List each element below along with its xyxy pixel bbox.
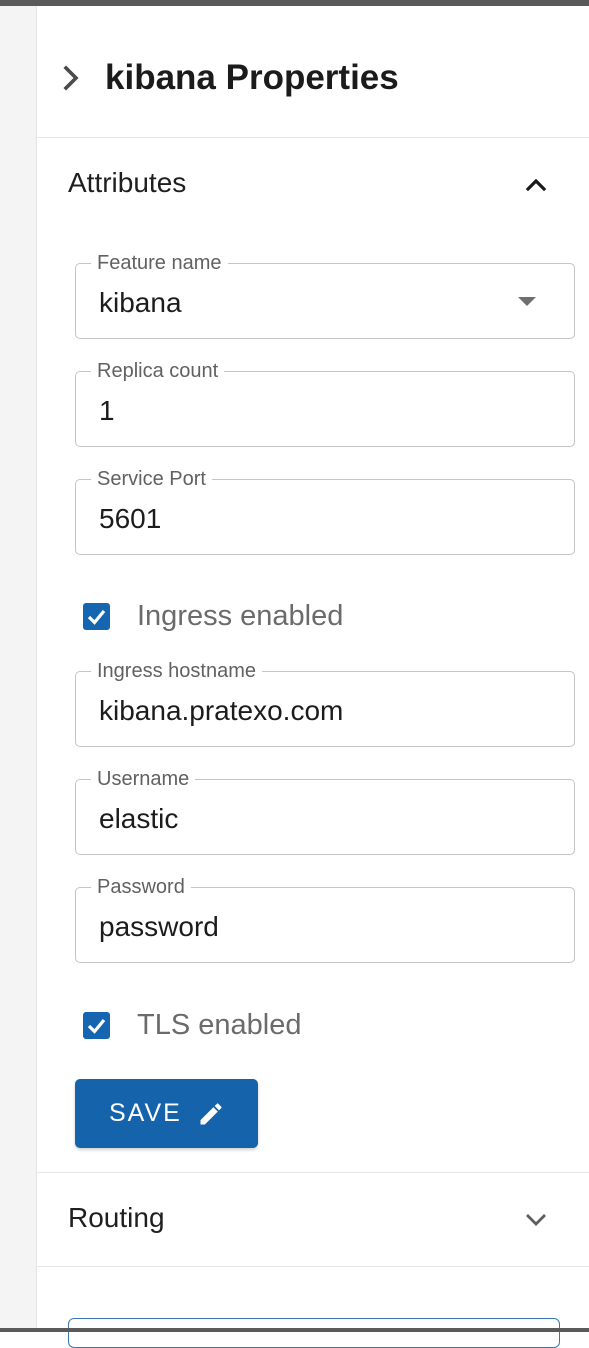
- service-port-value[interactable]: 5601: [99, 502, 161, 536]
- next-section-box[interactable]: [68, 1318, 560, 1348]
- feature-name-select[interactable]: Feature name kibana: [75, 250, 575, 339]
- ingress-enabled-row[interactable]: Ingress enabled: [83, 596, 543, 636]
- section-divider: [37, 1266, 589, 1267]
- service-port-field[interactable]: Service Port 5601: [75, 466, 575, 555]
- routing-title: Routing: [68, 1202, 165, 1233]
- window-bottom-border: [0, 1328, 589, 1332]
- tls-enabled-label: TLS enabled: [137, 1009, 302, 1041]
- replica-count-field[interactable]: Replica count 1: [75, 358, 575, 447]
- feature-name-label: Feature name: [91, 250, 228, 276]
- password-label: Password: [91, 874, 191, 900]
- feature-name-value: kibana: [99, 287, 182, 318]
- chevron-right-icon[interactable]: [57, 64, 85, 92]
- section-divider: [37, 1172, 589, 1173]
- routing-accordion-header[interactable]: Routing: [37, 1189, 589, 1249]
- chevron-up-icon[interactable]: [521, 170, 551, 200]
- caret-down-icon[interactable]: [518, 297, 536, 306]
- properties-panel: kibana Properties Attributes Feature nam…: [37, 6, 589, 1348]
- panel-title: kibana Properties: [105, 58, 399, 97]
- ingress-hostname-field[interactable]: Ingress hostname kibana.pratexo.com: [75, 658, 575, 747]
- password-value[interactable]: password: [99, 910, 219, 944]
- ingress-hostname-label: Ingress hostname: [91, 658, 262, 684]
- left-gutter: [0, 6, 37, 1328]
- save-button[interactable]: SAVE: [75, 1079, 258, 1148]
- chevron-down-icon[interactable]: [521, 1205, 551, 1235]
- attributes-title: Attributes: [68, 167, 187, 198]
- service-port-label: Service Port: [91, 466, 212, 492]
- tls-enabled-checkbox[interactable]: [83, 1012, 110, 1039]
- ingress-enabled-checkbox[interactable]: [83, 603, 110, 630]
- pencil-icon: [197, 1100, 225, 1128]
- replica-count-value[interactable]: 1: [99, 394, 115, 428]
- ingress-enabled-label: Ingress enabled: [137, 600, 344, 632]
- save-button-label: SAVE: [109, 1099, 182, 1127]
- check-icon: [87, 1018, 106, 1034]
- ingress-hostname-value[interactable]: kibana.pratexo.com: [99, 694, 343, 728]
- username-label: Username: [91, 766, 196, 792]
- panel-header: kibana Properties: [37, 6, 589, 138]
- replica-count-label: Replica count: [91, 358, 225, 384]
- check-icon: [87, 609, 106, 625]
- attributes-accordion-header[interactable]: Attributes: [37, 154, 589, 214]
- username-field[interactable]: Username elastic: [75, 766, 575, 855]
- password-field[interactable]: Password password: [75, 874, 575, 963]
- username-value[interactable]: elastic: [99, 802, 178, 836]
- tls-enabled-row[interactable]: TLS enabled: [83, 1005, 543, 1045]
